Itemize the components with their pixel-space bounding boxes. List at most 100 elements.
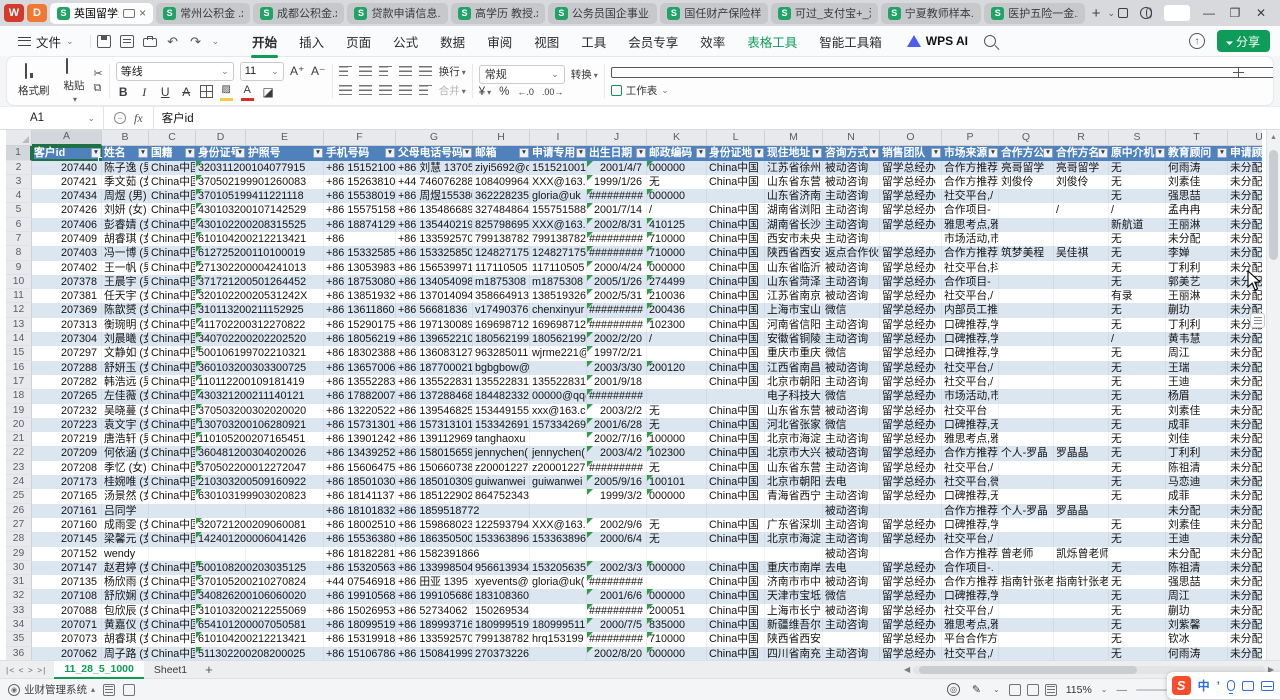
cell[interactable]: 710000 bbox=[647, 246, 707, 260]
cell[interactable]: China中国 bbox=[149, 161, 196, 175]
tab-list-caret-icon[interactable]: ⌄ bbox=[1107, 8, 1115, 19]
cell[interactable]: China中国 bbox=[149, 203, 196, 217]
cell[interactable]: China中国 bbox=[149, 561, 196, 575]
cell[interactable]: 刘素佳 bbox=[1166, 518, 1228, 532]
cell[interactable]: 无 bbox=[1109, 647, 1166, 660]
cell[interactable]: China中国 bbox=[149, 575, 196, 589]
cell[interactable] bbox=[647, 389, 707, 403]
cell[interactable]: 135522831 bbox=[473, 375, 530, 389]
cell[interactable] bbox=[707, 504, 765, 518]
cell[interactable]: 无 bbox=[1109, 518, 1166, 532]
cell[interactable]: 季文茹 (女 bbox=[102, 175, 149, 189]
cell[interactable]: +44 07546918 bbox=[324, 575, 396, 589]
row-number[interactable]: 14 bbox=[6, 332, 32, 346]
menu-tab-页面[interactable]: 页面 bbox=[335, 27, 382, 56]
cell[interactable]: 留学总经办 bbox=[880, 203, 942, 217]
row-number[interactable]: 12 bbox=[6, 303, 32, 317]
undo-icon[interactable]: ↶ bbox=[166, 35, 180, 48]
cell[interactable]: 唐浩轩 (男 bbox=[102, 432, 149, 446]
cell[interactable]: 吴佳祺 bbox=[1054, 246, 1109, 260]
cell[interactable]: 207108 bbox=[32, 589, 102, 603]
cell[interactable]: 丁利利 bbox=[1166, 446, 1228, 460]
cell[interactable]: China中国 bbox=[149, 275, 196, 289]
cell[interactable]: 山东省东营 bbox=[765, 175, 823, 189]
notification-pill[interactable] bbox=[1164, 5, 1190, 21]
cell[interactable]: 371721200501264452 bbox=[196, 275, 246, 289]
cell[interactable]: 被动咨询 bbox=[823, 161, 880, 175]
filter-dropdown-icon[interactable]: ▼ bbox=[754, 148, 764, 158]
cell[interactable]: 2003/2/2 bbox=[587, 404, 647, 418]
cell[interactable]: 360103200303300725 bbox=[196, 361, 246, 375]
copy-icon[interactable]: ⧉ bbox=[94, 83, 103, 94]
cell[interactable]: +86 1565399710 bbox=[396, 261, 473, 275]
cell[interactable]: +86 18056219 bbox=[324, 332, 396, 346]
cell[interactable]: 赵君婷 (女 bbox=[102, 561, 149, 575]
cell[interactable]: 207426 bbox=[32, 203, 102, 217]
cell[interactable] bbox=[647, 504, 707, 518]
cell[interactable]: 799138782 bbox=[473, 632, 530, 646]
column-letter-U[interactable]: U bbox=[1228, 130, 1262, 146]
filter-dropdown-icon[interactable]: ▼ bbox=[1043, 148, 1053, 158]
cell[interactable]: 丁利利 bbox=[1166, 261, 1228, 275]
cell[interactable]: 合作方推荐 bbox=[942, 504, 999, 518]
cell[interactable]: 2000/7/5 bbox=[587, 618, 647, 632]
row-number[interactable]: 29 bbox=[6, 547, 32, 561]
cell[interactable]: 合作方推荐 bbox=[942, 547, 999, 561]
cell[interactable] bbox=[1109, 504, 1166, 518]
cell[interactable]: 200436 bbox=[647, 303, 707, 317]
column-header-cell[interactable]: 客户id▼ bbox=[32, 146, 102, 161]
cell[interactable]: 340702200202202520 bbox=[196, 332, 246, 346]
cell[interactable]: 无 bbox=[1109, 346, 1166, 360]
menu-tab-公式[interactable]: 公式 bbox=[382, 27, 429, 56]
filter-dropdown-icon[interactable]: ▼ bbox=[138, 148, 148, 158]
cell[interactable]: 留学总经办 bbox=[880, 432, 942, 446]
cell[interactable]: China中国 bbox=[149, 303, 196, 317]
cell[interactable]: 未分配 bbox=[1166, 504, 1228, 518]
cell[interactable]: 罗晶晶 bbox=[1054, 504, 1109, 518]
cell[interactable]: 207147 bbox=[32, 561, 102, 575]
column-header-cell[interactable]: 护照号▼ bbox=[246, 146, 324, 161]
cell[interactable]: China中国 bbox=[707, 175, 765, 189]
row-number[interactable]: 25 bbox=[6, 489, 32, 503]
sheet-nav-arrows[interactable]: |< < > >| bbox=[6, 665, 46, 675]
row-number[interactable]: 23 bbox=[6, 461, 32, 475]
cell[interactable] bbox=[999, 275, 1054, 289]
cell[interactable]: 799138782 bbox=[530, 232, 587, 246]
cell[interactable]: +86 周煜155380 bbox=[396, 189, 473, 203]
cell[interactable]: 留学总经办 bbox=[880, 632, 942, 646]
cell[interactable]: 主动咨询 bbox=[823, 375, 880, 389]
cell[interactable]: 000000 bbox=[647, 561, 707, 575]
cell[interactable]: 山东省菏泽 bbox=[765, 275, 823, 289]
cell[interactable]: 陈祖清 bbox=[1166, 561, 1228, 575]
cell[interactable]: 陕西省西安 bbox=[765, 246, 823, 260]
cell[interactable]: 留学总经办 bbox=[880, 361, 942, 375]
currency-format-button[interactable]: ¥ bbox=[479, 86, 491, 98]
cell[interactable] bbox=[530, 361, 587, 375]
cell[interactable]: 2000/6/4 bbox=[587, 532, 647, 546]
cell[interactable]: 未分配 bbox=[1228, 361, 1262, 375]
cell[interactable]: 511302200208200025 bbox=[196, 647, 246, 660]
vertical-scrollbar[interactable]: ▲ bbox=[1266, 130, 1280, 660]
cell[interactable]: 合作方推荐 bbox=[942, 575, 999, 589]
cell[interactable]: 无 bbox=[1109, 189, 1166, 203]
cell[interactable]: +86 刘慧 137052 bbox=[396, 161, 473, 175]
cell[interactable]: 274499 bbox=[647, 275, 707, 289]
row-number[interactable]: 19 bbox=[6, 404, 32, 418]
row-number[interactable]: 9 bbox=[6, 261, 32, 275]
cell[interactable]: 河南省信阳 bbox=[765, 318, 823, 332]
cell[interactable] bbox=[647, 346, 707, 360]
cell[interactable]: gloria@uk( bbox=[530, 575, 587, 589]
cell[interactable]: +86 13611860 bbox=[324, 303, 396, 317]
align-right-icon[interactable] bbox=[379, 85, 392, 96]
layout-icon[interactable] bbox=[1118, 8, 1128, 18]
cell[interactable]: China中国 bbox=[149, 375, 196, 389]
column-letter-H[interactable]: H bbox=[473, 130, 530, 146]
cell[interactable]: 留学总经办 bbox=[880, 318, 942, 332]
cell[interactable]: 207421 bbox=[32, 175, 102, 189]
cell[interactable]: +86 18874129 bbox=[324, 218, 396, 232]
cell[interactable]: 被动咨询 bbox=[823, 261, 880, 275]
cell[interactable] bbox=[1054, 318, 1109, 332]
row-number[interactable]: 2 bbox=[6, 161, 32, 175]
cell[interactable]: 2001/7/14 bbox=[587, 203, 647, 217]
cell[interactable]: 无 bbox=[647, 175, 707, 189]
